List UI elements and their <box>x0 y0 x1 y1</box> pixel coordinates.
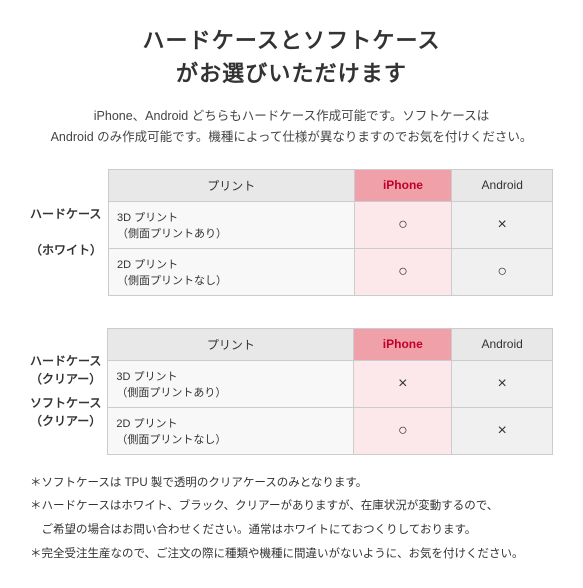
table1-wrapper: ハードケース （ホワイト） プリント iPhone Android 3D プリン… <box>30 169 553 296</box>
table1-row1-iphone: ○ <box>354 201 452 248</box>
table-row: 2D プリント（側面プリントなし） ○ ○ <box>109 248 553 295</box>
table2-wrapper: ハードケース （クリアー） ソフトケース （クリアー） プリント iPhone … <box>30 328 553 455</box>
table1-row1-android: × <box>452 201 553 248</box>
title-line2: がお選びいただけます <box>176 61 407 86</box>
table2-hard-line2: （クリアー） <box>30 372 101 386</box>
table-row: 2D プリント（側面プリントなし） ○ × <box>108 407 553 454</box>
table2-col-android: Android <box>452 328 553 360</box>
table2-row1-iphone: × <box>354 360 452 407</box>
table1-col-android: Android <box>452 169 553 201</box>
table2-col-print: プリント <box>108 328 354 360</box>
table2-row2-android: × <box>452 407 553 454</box>
table2-soft-line2: （クリアー） <box>30 414 101 428</box>
note-2b: ご希望の場合はお問い合わせください。通常はホワイトにておつくりしております。 <box>30 520 553 542</box>
note-3: ＊完全受注生産なので、ご注文の際に種類や機種に間違いがないように、お気を付けくだ… <box>30 544 553 566</box>
table1-header-line1: ハードケース <box>30 205 102 223</box>
notes-section: ＊ソフトケースは TPU 製で透明のクリアケースのみとなります。 ＊ハードケース… <box>30 473 553 566</box>
table2-section: ハードケース （クリアー） ソフトケース （クリアー） プリント iPhone … <box>30 328 553 455</box>
table2-row2-print: 2D プリント（側面プリントなし） <box>108 407 354 454</box>
table2-header-hard: ハードケース （クリアー） <box>30 352 101 388</box>
table1-section: ハードケース （ホワイト） プリント iPhone Android 3D プリン… <box>30 169 553 296</box>
note-1: ＊ソフトケースは TPU 製で透明のクリアケースのみとなります。 <box>30 473 553 495</box>
table2-soft-line1: ソフトケース <box>30 396 101 410</box>
table-row: 3D プリント（側面プリントあり） ○ × <box>109 201 553 248</box>
page-title: ハードケースとソフトケース がお選びいただけます <box>30 24 553 90</box>
table1: プリント iPhone Android 3D プリント（側面プリントあり） ○ … <box>108 169 553 296</box>
table1-row2-print: 2D プリント（側面プリントなし） <box>109 248 355 295</box>
table2-row-header: ハードケース （クリアー） ソフトケース （クリアー） <box>30 328 107 455</box>
table1-row1-print: 3D プリント（側面プリントあり） <box>109 201 355 248</box>
table2-row2-iphone: ○ <box>354 407 452 454</box>
table1-col-print: プリント <box>109 169 355 201</box>
table1-header-line2: （ホワイト） <box>30 241 102 259</box>
table1-col-iphone: iPhone <box>354 169 452 201</box>
table2-row1-android: × <box>452 360 553 407</box>
note-2: ＊ハードケースはホワイト、ブラック、クリアーがありますが、在庫状況が変動するので… <box>30 496 553 518</box>
table1-row2-iphone: ○ <box>354 248 452 295</box>
table1-row2-android: ○ <box>452 248 553 295</box>
table1-row-header: ハードケース （ホワイト） <box>30 169 108 296</box>
table2: プリント iPhone Android 3D プリント（側面プリントあり） × … <box>107 328 553 455</box>
table-row: 3D プリント（側面プリントあり） × × <box>108 360 553 407</box>
title-line1: ハードケースとソフトケース <box>142 28 440 53</box>
subtitle-text: iPhone、Android どちらもハードケース作成可能です。ソフトケースは … <box>30 106 553 149</box>
table2-row1-print: 3D プリント（側面プリントあり） <box>108 360 354 407</box>
table2-col-iphone: iPhone <box>354 328 452 360</box>
table2-hard-line1: ハードケース <box>30 354 101 368</box>
table2-header-soft: ソフトケース （クリアー） <box>30 394 101 430</box>
